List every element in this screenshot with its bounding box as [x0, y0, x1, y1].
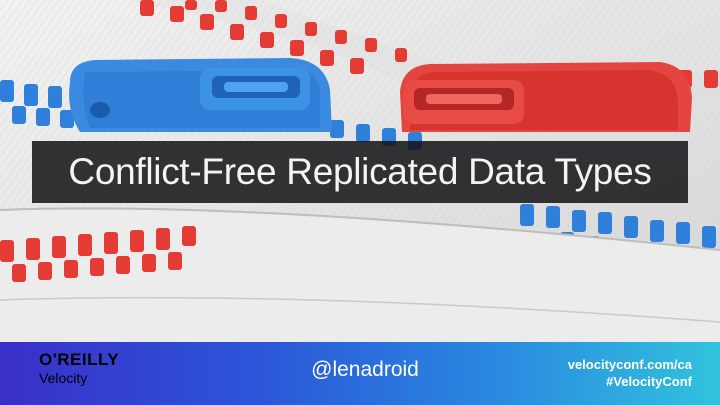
website-link[interactable]: velocityconf.com/ca — [568, 356, 692, 373]
title-banner: Conflict-Free Replicated Data Types — [32, 141, 688, 203]
logo-product: Velocity — [39, 370, 88, 386]
blue-zipper-slider — [69, 58, 332, 132]
footer-links: velocityconf.com/ca #VelocityConf — [568, 356, 692, 390]
slide-title: Conflict-Free Replicated Data Types — [68, 151, 652, 192]
speaker-handle: @lenadroid — [311, 358, 419, 381]
hashtag-text: #VelocityConf — [606, 374, 692, 389]
slide: Conflict-Free Replicated Data Types O'RE… — [0, 0, 720, 405]
oreilly-logo: O'REILLY Velocity — [39, 350, 120, 387]
logo-brand: O'REILLY — [39, 350, 120, 369]
red-zipper-slider — [400, 62, 692, 132]
